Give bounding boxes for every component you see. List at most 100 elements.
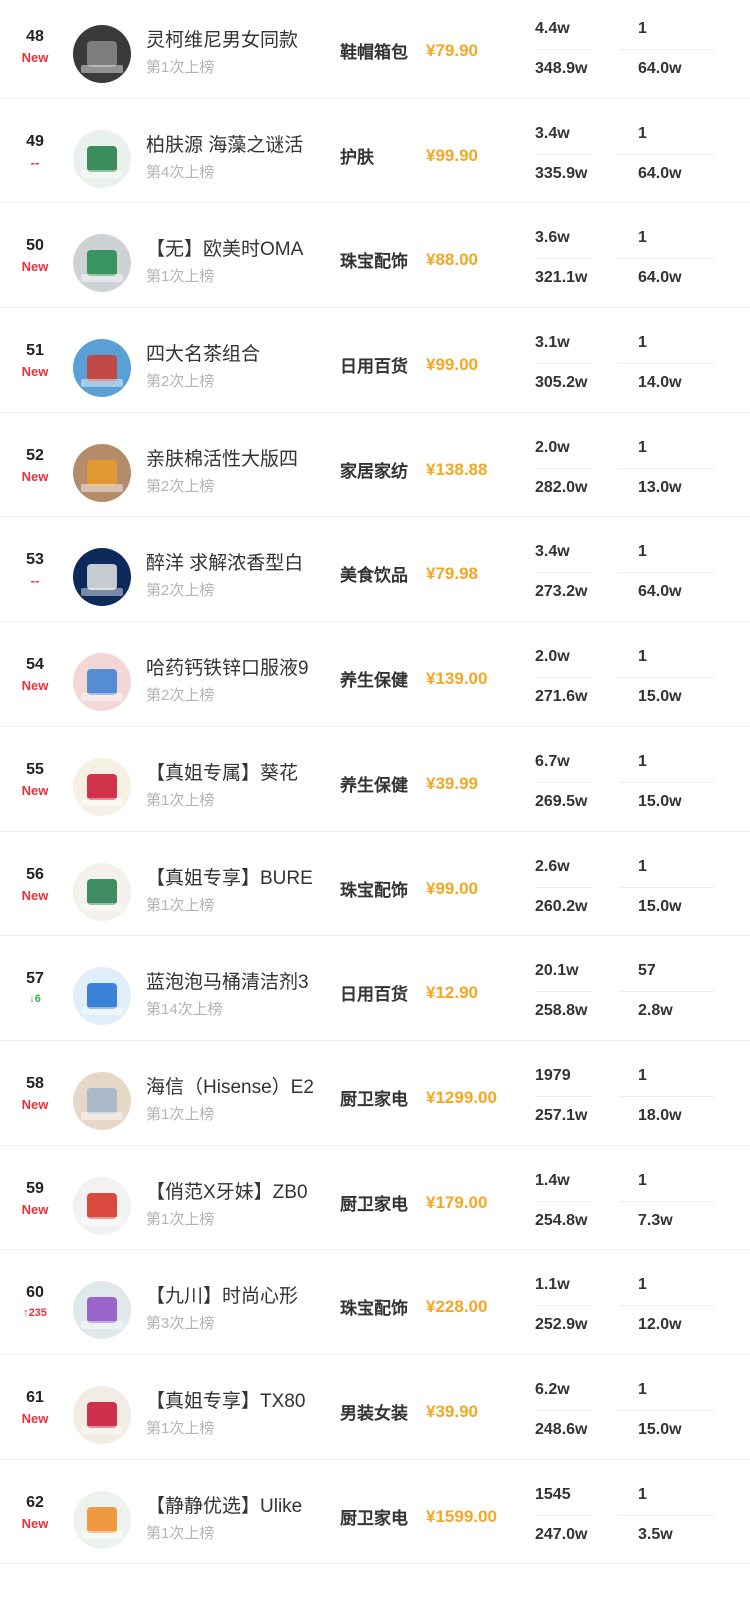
product-thumbnail[interactable] [73, 129, 131, 188]
ranking-row[interactable]: 50 New 【无】欧美时OMA 第1次上榜 珠宝配饰 ¥88.00 3.6w 321.1w 1… [0, 203, 750, 309]
ranking-row[interactable]: 52 New 亲肤棉活性大版四 第2次上榜 家居家纺 ¥138.88 2.0w 282.0w 1… [0, 413, 750, 518]
product-thumbnail[interactable] [73, 1385, 131, 1444]
beauty-device-image [73, 1490, 131, 1549]
product-title[interactable]: 灵柯维尼男女同款 [146, 30, 326, 52]
listing-count: 第1次上榜 [146, 1105, 215, 1123]
ranking-row[interactable]: 58 New 海信（Hisense）E2 第1次上榜 厨卫家电 ¥1299.00 1979 2… [0, 1041, 750, 1146]
stat-bottom-left: 252.9w [535, 1316, 588, 1334]
stat-divider [535, 991, 593, 993]
product-title[interactable]: 醉洋 求解浓香型白 [146, 553, 326, 575]
product-title[interactable]: 【真姐专属】葵花 [146, 763, 326, 785]
stat-divider [618, 1095, 714, 1097]
stat-top-right: 1 [638, 1380, 647, 1398]
stat-divider [535, 153, 593, 155]
stat-bottom-left: 321.1w [535, 269, 588, 287]
stat-divider [535, 49, 593, 50]
stat-top-left: 1979 [535, 1066, 571, 1084]
stat-top-left: 1.1w [535, 1276, 570, 1294]
stat-divider [535, 258, 593, 260]
rank-cell: 49 -- [12, 133, 58, 170]
product-thumbnail[interactable] [73, 1490, 131, 1549]
rank-cell: 55 New [12, 761, 58, 798]
rank-cell: 59 New [12, 1180, 58, 1217]
stat-bottom-left: 348.9w [535, 60, 588, 77]
listing-count: 第1次上榜 [146, 268, 215, 286]
stat-bottom-left: 269.5w [535, 792, 588, 810]
ranking-row[interactable]: 59 New 【俏范X牙妹】ZB0 第1次上榜 厨卫家电 ¥179.00 1.4w 254.8… [0, 1146, 750, 1251]
price-label: ¥12.90 [426, 983, 478, 1003]
stat-divider [618, 1514, 714, 1516]
stat-top-right: 1 [638, 1276, 647, 1294]
product-thumbnail[interactable] [73, 443, 131, 502]
price-label: ¥138.88 [426, 459, 488, 479]
ranking-row[interactable]: 54 New 哈药钙铁锌口服液9 第2次上榜 养生保健 ¥139.00 2.0w 271.6w… [0, 622, 750, 727]
product-thumbnail[interactable] [73, 967, 131, 1026]
stat-top-left: 2.0w [535, 648, 570, 666]
ranking-row[interactable]: 51 New 四大名茶组合 第2次上榜 日用百货 ¥99.00 3.1w 305.2w 1 14.… [0, 308, 750, 413]
ranking-row[interactable]: 62 New 【静静优选】Ulike 第1次上榜 厨卫家电 ¥1599.00 1545 247… [0, 1460, 750, 1565]
rank-change-badge: New [21, 364, 49, 380]
product-title[interactable]: 【静静优选】Ulike [146, 1496, 326, 1518]
stat-top-left: 6.7w [535, 752, 570, 770]
ranking-row[interactable]: 48 New 灵柯维尼男女同款 第1次上榜 鞋帽箱包 ¥79.90 4.4w 348.9w 1 6… [0, 0, 750, 99]
ranking-row[interactable]: 57 ↓6 蓝泡泡马桶清洁剂3 第14次上榜 日用百货 ¥12.90 20.1w 258.8w… [0, 936, 750, 1041]
product-thumbnail[interactable] [73, 757, 131, 816]
rank-change-badge: New [21, 1515, 49, 1531]
product-title[interactable]: 【真姐专享】TX80 [146, 1391, 326, 1413]
product-thumbnail[interactable] [73, 339, 131, 398]
sneaker-image [73, 25, 131, 83]
product-thumbnail[interactable] [73, 1281, 131, 1340]
product-title[interactable]: 亲肤棉活性大版四 [146, 449, 326, 471]
stat-bottom-right: 7.3w [638, 1211, 673, 1229]
ranking-row[interactable]: 55 New 【真姐专属】葵花 第1次上榜 养生保健 ¥39.99 6.7w 269.5w 1 1… [0, 727, 750, 832]
rank-number: 59 [26, 1179, 44, 1197]
category-label: 家居家纺 [340, 461, 408, 481]
stat-divider [535, 677, 593, 679]
category-label: 护肤 [340, 147, 374, 167]
product-thumbnail[interactable] [73, 862, 131, 921]
ranking-row[interactable]: 49 -- 柏肤源 海藻之谜活 第4次上榜 护肤 ¥99.90 3.4w 335.9w 1 64.… [0, 99, 750, 204]
product-title[interactable]: 【俏范X牙妹】ZB0 [146, 1182, 326, 1204]
rank-number: 56 [26, 865, 44, 883]
product-title[interactable]: 蓝泡泡马桶清洁剂3 [146, 972, 326, 994]
product-thumbnail[interactable] [73, 1176, 131, 1235]
stat-divider [618, 363, 714, 365]
stat-bottom-left: 247.0w [535, 1525, 588, 1543]
product-thumbnail[interactable] [73, 234, 131, 293]
product-title[interactable]: 柏肤源 海藻之谜活 [146, 135, 326, 157]
category-label: 珠宝配饰 [340, 252, 408, 272]
product-thumbnail[interactable] [73, 548, 131, 607]
listing-count: 第1次上榜 [146, 59, 215, 76]
ranking-row[interactable]: 56 New 【真姐专享】BURE 第1次上榜 珠宝配饰 ¥99.00 2.6w 260.2w… [0, 832, 750, 937]
product-title[interactable]: 【无】欧美时OMA [146, 239, 326, 261]
ranking-row[interactable]: 53 -- 醉洋 求解浓香型白 第2次上榜 美食饮品 ¥79.98 3.4w 273.2w 1 6… [0, 517, 750, 623]
product-thumbnail[interactable] [73, 25, 131, 83]
category-label: 珠宝配饰 [340, 880, 408, 900]
stat-bottom-right: 15.0w [638, 897, 682, 915]
appliance-promo-image [73, 1176, 131, 1235]
product-title[interactable]: 四大名茶组合 [146, 344, 326, 366]
stat-divider [618, 886, 714, 888]
product-title[interactable]: 【九川】时尚心形 [146, 1286, 326, 1308]
rank-cell: 48 New [12, 28, 58, 65]
product-title[interactable]: 海信（Hisense）E2 [146, 1077, 326, 1099]
product-title[interactable]: 哈药钙铁锌口服液9 [146, 658, 326, 680]
stat-divider [618, 677, 714, 679]
stat-top-left: 3.4w [535, 543, 570, 561]
rank-number: 51 [26, 342, 44, 360]
stat-bottom-left: 282.0w [535, 478, 588, 496]
stat-top-right: 1 [638, 1485, 647, 1503]
stat-bottom-left: 248.6w [535, 1420, 588, 1438]
stat-bottom-right: 15.0w [638, 1420, 682, 1438]
stat-divider [535, 1305, 593, 1307]
stat-top-right: 1 [638, 438, 647, 456]
product-thumbnail[interactable] [73, 653, 131, 712]
rank-cell: 62 New [12, 1494, 58, 1531]
ranking-row[interactable]: 61 New 【真姐专享】TX80 第1次上榜 男装女装 ¥39.90 6.2w 248.6w… [0, 1355, 750, 1460]
product-title[interactable]: 【真姐专享】BURE [146, 868, 326, 890]
stat-top-right: 1 [638, 543, 647, 561]
ranking-row[interactable]: 60 ↑235 【九川】时尚心形 第3次上榜 珠宝配饰 ¥228.00 1.1w 252.9w… [0, 1250, 750, 1355]
product-thumbnail[interactable] [73, 1071, 131, 1130]
stat-bottom-left: 273.2w [535, 583, 588, 601]
category-label: 养生保健 [340, 775, 408, 795]
